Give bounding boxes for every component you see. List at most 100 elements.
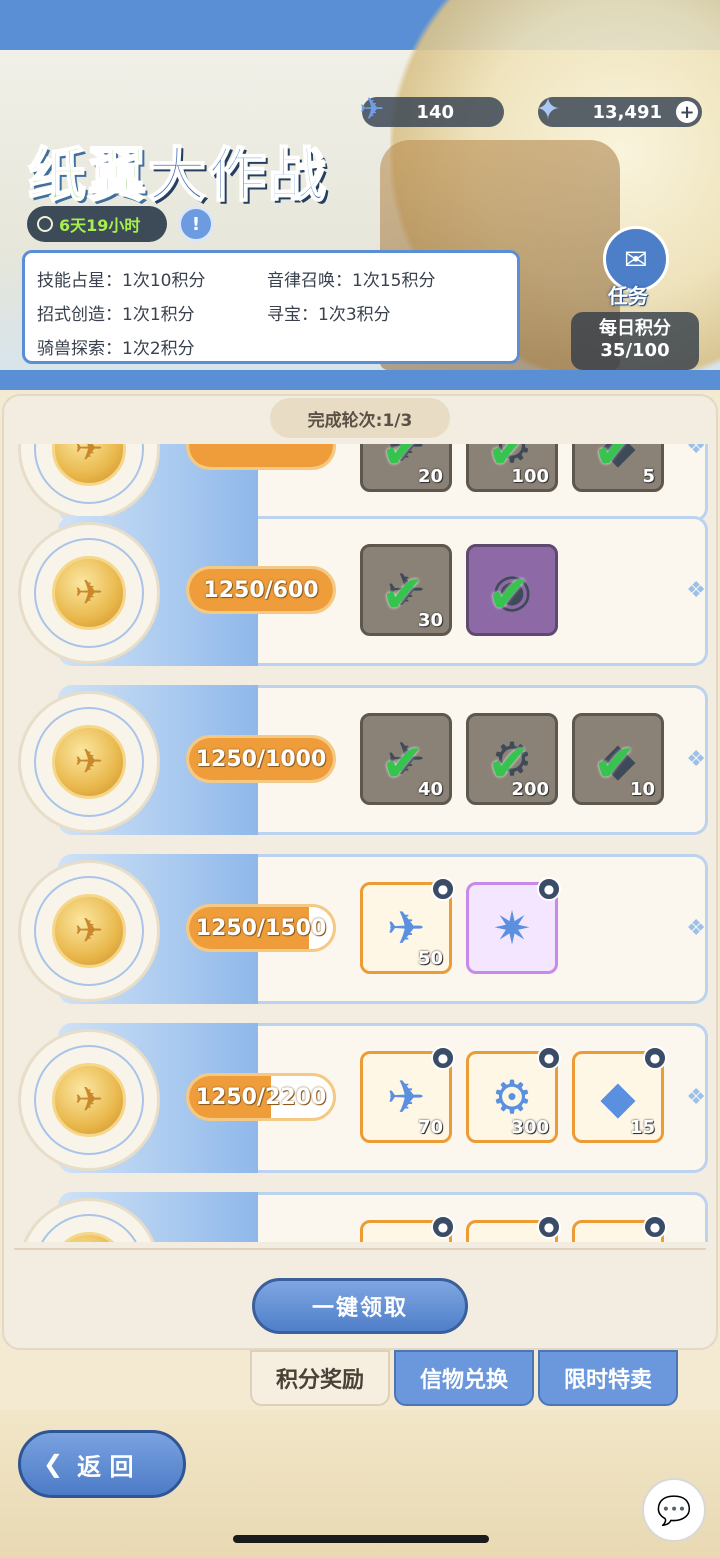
rule-text: 骑兽探索：1次2积分 <box>37 338 195 359</box>
medal-ring: ✈ <box>34 538 144 648</box>
paper-plane-coin-icon: ✈ <box>52 1232 126 1242</box>
claimed-check-icon: ✔ <box>487 565 531 625</box>
rules-row: 招式创造：1次1积分 寻宝：1次3积分 <box>37 295 505 329</box>
item-info-badge-icon[interactable]: ● <box>431 1046 455 1070</box>
medal-ring: ✈ <box>34 707 144 817</box>
reward-item[interactable]: ✈ 30 ✔ <box>360 544 452 636</box>
reward-tier-row: ✈ 1250/1000 ✈ 40 ✔ ⚙ 200 ✔ ◆ 10 ✔ ❖ <box>0 685 720 835</box>
star-crystal-value: 13,491 <box>592 101 662 123</box>
star-crystal-counter: ✦ 13,491 + <box>535 92 702 127</box>
reward-item[interactable]: ◆ 10 ✔ <box>572 713 664 805</box>
reward-item-icon: ◆ <box>600 1070 636 1124</box>
medal-ring: ✈ <box>34 1214 144 1242</box>
bottom-tabs: 积分奖励 信物兑换 限时特卖 <box>250 1350 678 1406</box>
medal-ring: ✈ <box>34 1045 144 1155</box>
reward-item-icon: ✷ <box>492 901 532 955</box>
paper-plane-coin-icon: ✈ <box>52 1063 126 1137</box>
reward-item[interactable]: ◆ 15 ● <box>572 1046 667 1143</box>
claimed-check-icon: ✔ <box>593 444 637 481</box>
tier-medal: ✈ <box>18 691 160 833</box>
claimed-check-icon: ✔ <box>381 565 425 625</box>
back-label: 返 回 <box>77 1452 134 1481</box>
home-indicator[interactable] <box>233 1535 489 1543</box>
item-info-badge-icon[interactable]: ● <box>643 1046 667 1070</box>
claimed-check-icon: ✔ <box>487 444 531 481</box>
star-crystal-icon: ✦ <box>535 91 561 127</box>
add-currency-button[interactable]: + <box>676 101 698 123</box>
reward-item-qty: 15 <box>629 1117 655 1138</box>
paper-plane-coin-icon: ✈ <box>52 556 126 630</box>
event-title-part2: 大作战 <box>147 140 329 210</box>
reward-item-qty: 5 <box>642 466 655 487</box>
claim-all-button[interactable]: 一键领取 <box>252 1278 468 1334</box>
info-icon: ! <box>191 213 201 235</box>
clock-icon <box>37 216 53 232</box>
item-info-badge-icon[interactable]: ● <box>537 1215 561 1239</box>
rules-row: 技能占星：1次10积分 音律召唤：1次15积分 <box>37 261 505 295</box>
tier-progress-bar <box>186 444 336 470</box>
claimed-check-icon: ✔ <box>593 734 637 794</box>
reward-item-qty: 50 <box>417 948 443 969</box>
ornament-icon: ❖ <box>686 578 706 603</box>
points-rules-panel: 技能占星：1次10积分 音律召唤：1次15积分 招式创造：1次1积分 寻宝：1次… <box>22 250 520 364</box>
rule-text: 寻宝：1次3积分 <box>267 304 391 325</box>
reward-item[interactable]: ⚙ ● <box>466 1215 561 1242</box>
reward-item[interactable]: ◆ 5 ✔ <box>572 444 664 492</box>
item-info-badge-icon[interactable]: ● <box>431 1215 455 1239</box>
paper-plane-coin-icon: ✈ <box>52 894 126 968</box>
reward-item[interactable]: ⚙ 300 ● <box>466 1046 561 1143</box>
medal-ring: ✈ <box>34 444 144 504</box>
tier-reward-items: ✈ 40 ✔ ⚙ 200 ✔ ◆ 10 ✔ <box>360 713 664 805</box>
reward-item-icon: ⚙ <box>491 1070 533 1124</box>
tab-limited-sale[interactable]: 限时特卖 <box>538 1350 678 1406</box>
item-info-badge-icon[interactable]: ● <box>537 1046 561 1070</box>
reward-item-qty: 300 <box>511 1117 549 1138</box>
reward-item[interactable]: ◉ ✔ <box>466 544 558 636</box>
tier-reward-items: ✈ 50 ● ✷ ● <box>360 877 561 974</box>
task-label: 任务 <box>608 284 648 308</box>
ornament-icon: ❖ <box>686 916 706 941</box>
ornament-icon: ❖ <box>686 1085 706 1110</box>
reward-item[interactable]: ✈ 40 ✔ <box>360 713 452 805</box>
ornament-icon: ❖ <box>686 747 706 772</box>
progress-text: 1250/600 <box>203 577 319 603</box>
reward-item[interactable]: ◆ ● <box>572 1215 667 1242</box>
tier-medal: ✈ <box>18 1029 160 1171</box>
reward-item-icon: ⚙ <box>491 1239 532 1242</box>
progress-text: 1250/2200 <box>195 1084 327 1110</box>
tier-reward-items: ✈ 70 ● ⚙ 300 ● ◆ 15 ● <box>360 1046 667 1143</box>
reward-item[interactable]: ✈ ● <box>360 1215 455 1242</box>
reward-tier-list[interactable]: ✈ ✈ 20 ✔ ⚙ 100 ✔ ◆ 5 ✔ ❖ ✈ 1250/600 ✈ 30 ✔ ◉ ✔ … <box>0 444 720 1242</box>
item-info-badge-icon[interactable]: ● <box>537 877 561 901</box>
paper-plane-value: 140 <box>416 101 454 123</box>
reward-item-icon: ◆ <box>600 1239 635 1242</box>
reward-tier-row: ✈ 1250/1500 ✈ 50 ● ✷ ● ❖ <box>0 854 720 1004</box>
item-info-badge-icon[interactable]: ● <box>643 1215 667 1239</box>
reward-item[interactable]: ✈ 20 ✔ <box>360 444 452 492</box>
back-button[interactable]: ❮ 返 回 <box>18 1430 186 1498</box>
tier-progress-bar: 1250/2200 <box>186 1073 336 1121</box>
progress-text: 1250/1500 <box>195 915 327 941</box>
tab-token-exchange[interactable]: 信物兑换 <box>394 1350 534 1406</box>
event-title: 纸翼大作战 <box>27 128 329 212</box>
info-button[interactable]: ! <box>178 206 214 242</box>
medal-ring: ✈ <box>34 876 144 986</box>
tier-reward-items: ✈ 30 ✔ ◉ ✔ <box>360 544 558 636</box>
reward-item[interactable]: ⚙ 100 ✔ <box>466 444 558 492</box>
paper-plane-coin-icon: ✈ <box>52 725 126 799</box>
reward-item-qty: 70 <box>417 1117 443 1138</box>
reward-item[interactable]: ⚙ 200 ✔ <box>466 713 558 805</box>
timer-text: 6天19小时 <box>59 216 141 235</box>
reward-item-icon: ✈ <box>386 1070 426 1124</box>
reward-item[interactable]: ✈ 70 ● <box>360 1046 455 1143</box>
progress-text <box>189 444 333 467</box>
chat-button[interactable]: 💬 <box>642 1478 706 1542</box>
claimed-check-icon: ✔ <box>381 734 425 794</box>
reward-item[interactable]: ✈ 50 ● <box>360 877 455 974</box>
paper-plane-icon: ✈ <box>359 91 385 127</box>
reward-tier-row: ✈ ✈ 20 ✔ ⚙ 100 ✔ ◆ 5 ✔ ❖ <box>0 444 720 522</box>
reward-item[interactable]: ✷ ● <box>466 877 561 974</box>
task-button[interactable]: ✉ 任务 <box>600 226 672 310</box>
item-info-badge-icon[interactable]: ● <box>431 877 455 901</box>
tab-points-rewards[interactable]: 积分奖励 <box>250 1350 390 1406</box>
